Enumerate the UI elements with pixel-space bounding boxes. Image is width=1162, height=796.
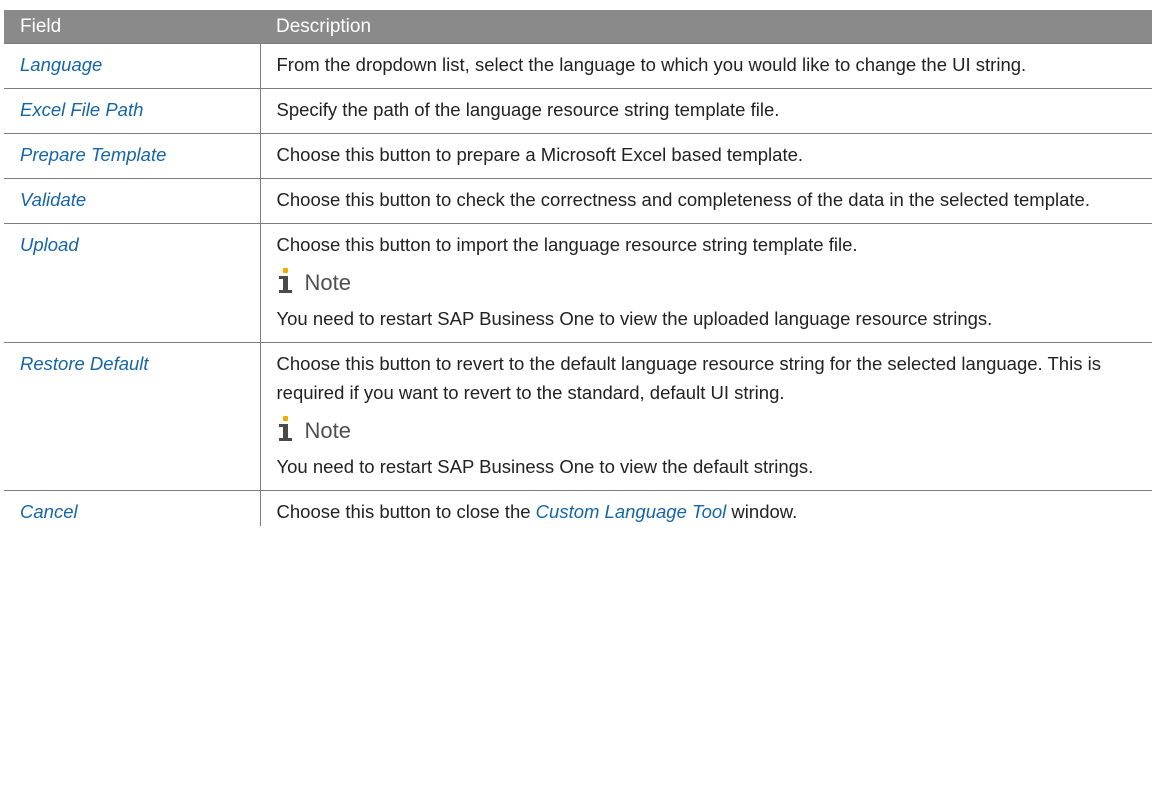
description-text: Choose this button to import the languag… xyxy=(276,234,858,255)
field-name: Language xyxy=(4,43,261,89)
description-text: From the dropdown list, select the langu… xyxy=(276,54,1027,75)
field-description: Choose this button to close the Custom L… xyxy=(260,490,1152,526)
custom-language-tool-link[interactable]: Custom Language Tool xyxy=(536,501,727,522)
note-text: You need to restart SAP Business One to … xyxy=(276,456,814,477)
note-heading: Note xyxy=(277,260,1137,304)
field-description: From the dropdown list, select the langu… xyxy=(260,43,1152,89)
field-description: Specify the path of the language resourc… xyxy=(260,88,1152,134)
table-row-validate: Validate Choose this button to check the… xyxy=(4,178,1152,224)
field-description: Choose this button to check the correctn… xyxy=(260,178,1152,224)
table-row-excel-file-path: Excel File Path Specify the path of the … xyxy=(4,88,1152,134)
field-name: Excel File Path xyxy=(4,88,261,134)
field-name: Restore Default xyxy=(4,342,261,491)
description-text: Specify the path of the language resourc… xyxy=(276,99,780,120)
header-field: Field xyxy=(4,10,260,44)
description-text: Choose this button to check the correctn… xyxy=(276,189,1090,210)
field-name: Upload xyxy=(4,223,261,343)
field-description: Choose this button to prepare a Microsof… xyxy=(260,133,1152,179)
note-label: Note xyxy=(304,417,351,443)
field-name: Cancel xyxy=(4,490,261,526)
field-name: Validate xyxy=(4,178,261,224)
field-description-table: Field Description Language From the drop… xyxy=(4,10,1152,526)
table-row-upload: Upload Choose this button to import the … xyxy=(4,223,1152,343)
table-row-restore-default: Restore Default Choose this button to re… xyxy=(4,342,1152,491)
note-info-icon xyxy=(278,416,293,444)
description-text: Choose this button to close the Custom L… xyxy=(277,497,1137,526)
note-text: You need to restart SAP Business One to … xyxy=(276,308,993,329)
table-header-row: Field Description xyxy=(4,10,1152,44)
note-heading: Note xyxy=(277,408,1137,452)
description-text: Choose this button to revert to the defa… xyxy=(276,353,1101,403)
table-row-cancel: Cancel Choose this button to close the C… xyxy=(4,490,1152,526)
header-description: Description xyxy=(260,10,1152,44)
description-text-after: window. xyxy=(726,501,798,522)
field-description: Choose this button to import the languag… xyxy=(260,223,1152,343)
description-text: Choose this button to prepare a Microsof… xyxy=(276,144,804,165)
note-label: Note xyxy=(304,269,351,295)
table-row-language: Language From the dropdown list, select … xyxy=(4,43,1152,89)
field-description: Choose this button to revert to the defa… xyxy=(260,342,1152,491)
field-name: Prepare Template xyxy=(4,133,261,179)
note-info-icon xyxy=(278,268,293,296)
table-row-prepare-template: Prepare Template Choose this button to p… xyxy=(4,133,1152,179)
description-text-before: Choose this button to close the xyxy=(276,501,536,522)
